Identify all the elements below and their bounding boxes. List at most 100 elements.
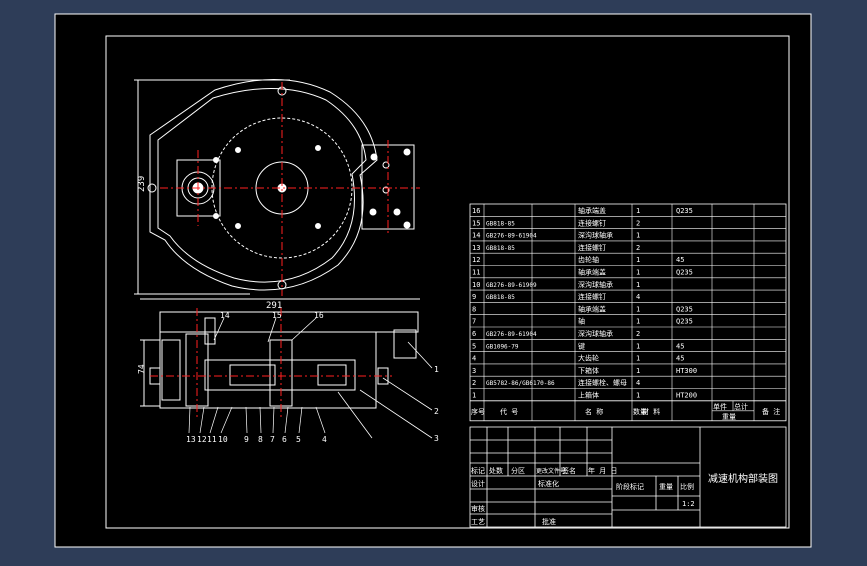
bom-cell-material: Q235 — [676, 318, 693, 326]
bom-cell-name: 轴 — [578, 317, 585, 326]
bom-cell-qty: 1 — [636, 207, 640, 215]
bom-header-cell: 单件 — [713, 402, 727, 411]
bom-cell-qty: 2 — [636, 330, 640, 338]
bom-cell-no: 10 — [472, 281, 480, 289]
assembly-drawing: 291 239 74 1 2 3 14 15 16 13 12 11 10 9 … — [54, 13, 812, 548]
bom-cell-no: 3 — [472, 367, 476, 375]
balloon-label: 8 — [258, 435, 263, 444]
bom-cell-qty: 1 — [636, 269, 640, 277]
bom-header-cell: 重量 — [722, 413, 736, 421]
bom-cell-material: Q235 — [676, 305, 693, 313]
bom-cell-no: 6 — [472, 330, 476, 338]
balloon-label: 4 — [322, 435, 327, 444]
svg-text:年 月 日: 年 月 日 — [588, 466, 617, 475]
dim-section-label: 74 — [137, 364, 146, 374]
bom-cell-qty: 1 — [636, 318, 640, 326]
svg-text:阶段标记: 阶段标记 — [616, 482, 644, 491]
bom-cell-no: 2 — [472, 379, 476, 387]
bom-cell-no: 14 — [472, 232, 480, 240]
bom-cell-qty: 4 — [636, 293, 640, 301]
bom-cell-material: 45 — [676, 355, 684, 363]
bom-cell-no: 9 — [472, 293, 476, 301]
bom-cell-no: 4 — [472, 355, 476, 363]
bom-cell-no: 8 — [472, 305, 476, 313]
cad-viewer: 291 239 74 1 2 3 14 15 16 13 12 11 10 9 … — [0, 0, 867, 562]
bom-cell-no: 15 — [472, 219, 480, 227]
bom-cell-code: GB5782-86/GB6170-86 — [486, 380, 555, 387]
bom-header-cell: 名 称 — [585, 407, 603, 416]
bom-header-cell: 序号 — [471, 407, 485, 416]
svg-text:分区: 分区 — [511, 466, 525, 475]
bom-cell-code: GB276-89-61904 — [486, 331, 537, 338]
bom-cell-name: 大齿轮 — [578, 354, 599, 363]
bom-cell-name: 轴承端盖 — [578, 206, 606, 215]
svg-text:16: 16 — [314, 311, 324, 320]
svg-text:比例: 比例 — [680, 482, 694, 491]
balloon-label: 6 — [282, 435, 287, 444]
bom-cell-material: HT200 — [676, 392, 697, 400]
bom-cell-name: 轴承端盖 — [578, 304, 606, 313]
plate-hole — [403, 148, 411, 156]
svg-text:2: 2 — [434, 407, 439, 416]
bom-cell-name: 齿轮轴 — [578, 255, 599, 264]
bom-cell-code: GB818-85 — [486, 294, 515, 301]
bom-cell-no: 5 — [472, 342, 476, 350]
balloon-label: 13 — [186, 435, 196, 444]
bom-cell-name: 连接螺钉 — [578, 243, 606, 252]
bom-cell-code: GB276-89-61904 — [486, 233, 537, 240]
bom-cell-name: 深沟球轴承 — [578, 329, 613, 338]
bom-header-cell: 代 号 — [500, 407, 518, 416]
svg-text:标准化: 标准化 — [538, 479, 559, 488]
bom-cell-code: GB818-85 — [486, 220, 515, 227]
svg-text:处数: 处数 — [489, 466, 503, 475]
bom-header-cell: 材 料 — [642, 407, 660, 416]
plate-hole — [369, 208, 377, 216]
bom-cell-material: 45 — [676, 256, 684, 264]
dim-height-label: 239 — [137, 176, 147, 192]
bom-cell-code: GB1096-79 — [486, 343, 519, 350]
balloon-label: 5 — [296, 435, 301, 444]
bom-cell-qty: 1 — [636, 392, 640, 400]
bom-cell-name: 轴承端盖 — [578, 268, 606, 277]
bom-cell-qty: 2 — [636, 244, 640, 252]
bom-cell-no: 11 — [472, 269, 480, 277]
bom-cell-qty: 1 — [636, 367, 640, 375]
balloon-label: 9 — [244, 435, 249, 444]
bom-cell-name: 连接螺栓、螺母 — [578, 378, 627, 387]
bom-cell-code: GB818-85 — [486, 245, 515, 252]
bom-cell-no: 13 — [472, 244, 480, 252]
bom-cell-name: 键 — [578, 341, 585, 350]
bom-cell-qty: 1 — [636, 256, 640, 264]
bom-cell-name: 深沟球轴承 — [578, 231, 613, 240]
bom-header-cell: 总计 — [734, 402, 748, 411]
svg-text:批准: 批准 — [542, 517, 556, 526]
bom-cell-material: Q235 — [676, 207, 693, 215]
bom-cell-material: HT300 — [676, 367, 697, 375]
bom-header-cell: 备 注 — [762, 407, 780, 416]
svg-text:重量: 重量 — [659, 483, 673, 491]
bom-cell-material: 45 — [676, 342, 684, 350]
svg-text:14: 14 — [220, 311, 230, 320]
bom-cell-qty: 2 — [636, 219, 640, 227]
bom-cell-name: 深沟球轴承 — [578, 280, 613, 289]
svg-text:签名: 签名 — [562, 466, 576, 475]
bom-cell-code: GB276-89-61909 — [486, 282, 537, 289]
balloon-label: 7 — [270, 435, 275, 444]
svg-text:设计: 设计 — [471, 479, 485, 488]
svg-text:15: 15 — [272, 311, 282, 320]
bom-cell-qty: 1 — [636, 355, 640, 363]
svg-text:标记: 标记 — [471, 466, 485, 475]
bom-cell-no: 16 — [472, 207, 480, 215]
bom-cell-name: 下箱体 — [578, 366, 599, 375]
bom-cell-name: 上箱体 — [578, 391, 599, 400]
bom-cell-no: 1 — [472, 392, 476, 400]
bom-cell-qty: 1 — [636, 232, 640, 240]
drawing-title: 减速机构部装图 — [708, 472, 778, 485]
bom-cell-name: 连接螺钉 — [578, 218, 606, 227]
plate-hole — [403, 221, 411, 229]
balloon-label: 10 — [218, 435, 228, 444]
drawing-sheet — [54, 13, 812, 548]
bom-cell-name: 连接螺钉 — [578, 292, 606, 301]
dim-width-label: 291 — [266, 301, 282, 311]
plate-hole — [370, 153, 378, 161]
